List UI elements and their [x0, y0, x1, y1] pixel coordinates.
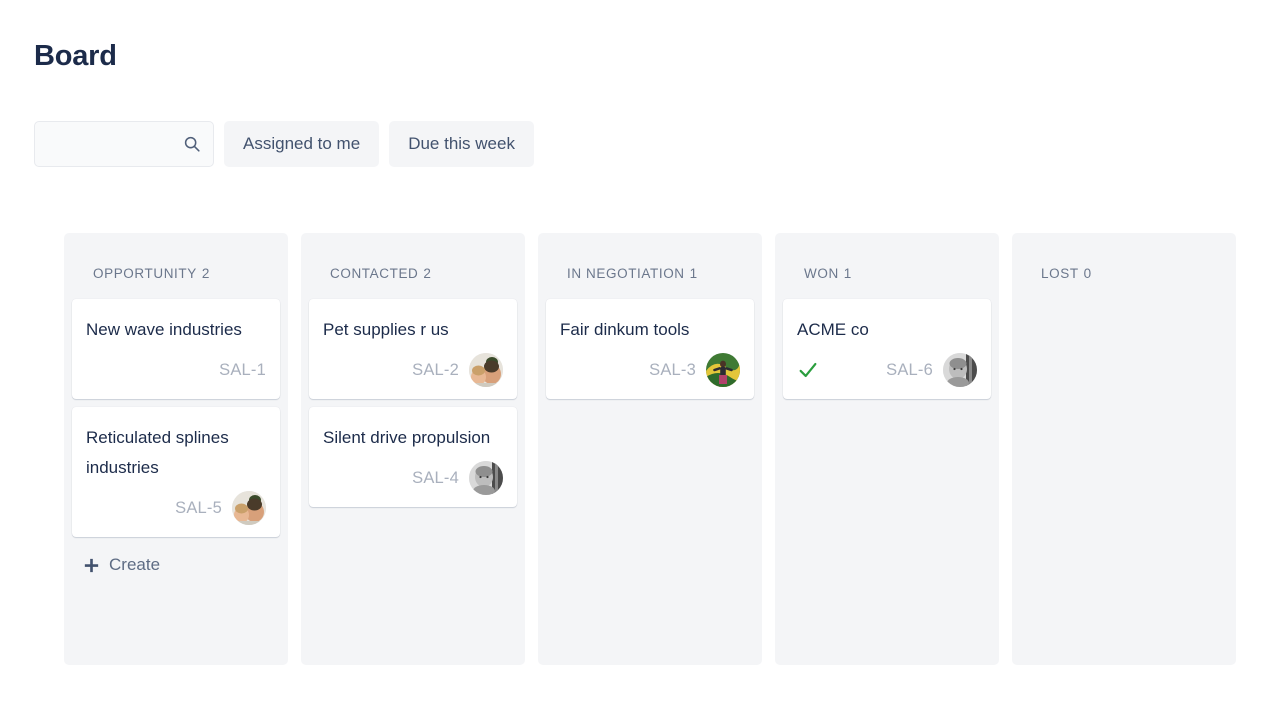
card-title: Fair dinkum tools: [560, 315, 740, 345]
column-header: WON 1: [783, 233, 991, 299]
card-footer: SAL-2: [323, 353, 503, 387]
board-column-contacted[interactable]: CONTACTED 2 Pet supplies r us SAL-2 Silen…: [301, 233, 525, 665]
search-box[interactable]: [34, 121, 214, 167]
column-count: 1: [844, 266, 852, 281]
board-card[interactable]: Silent drive propulsion SAL-4: [309, 407, 517, 507]
board-card[interactable]: Pet supplies r us SAL-2: [309, 299, 517, 399]
board-card[interactable]: ACME co SAL-6: [783, 299, 991, 399]
search-input[interactable]: [35, 122, 213, 166]
page-title: Board: [34, 36, 117, 76]
board-card[interactable]: Fair dinkum tools SAL-3: [546, 299, 754, 399]
card-key: SAL-2: [412, 361, 459, 380]
card-key: SAL-1: [219, 361, 266, 380]
column-cards: Pet supplies r us SAL-2 Silent drive pro…: [309, 299, 517, 507]
card-title: Reticulated splines industries: [86, 423, 266, 483]
column-name: CONTACTED: [330, 266, 418, 281]
column-header: OPPORTUNITY 2: [72, 233, 280, 299]
board-column-won[interactable]: WON 1 ACME co SAL-6: [775, 233, 999, 665]
card-key: SAL-6: [886, 361, 933, 380]
check-icon: [797, 359, 819, 381]
avatar-parent-child[interactable]: [232, 491, 266, 525]
card-footer: SAL-3: [560, 353, 740, 387]
column-header: IN NEGOTIATION 1: [546, 233, 754, 299]
column-header: LOST 0: [1020, 233, 1228, 299]
kanban-board: OPPORTUNITY 2 New wave industries SAL-1 R…: [64, 233, 1236, 665]
create-label: Create: [109, 555, 160, 575]
column-name: IN NEGOTIATION: [567, 266, 685, 281]
column-cards: New wave industries SAL-1 Reticulated sp…: [72, 299, 280, 537]
card-footer: SAL-5: [86, 491, 266, 525]
card-key: SAL-5: [175, 499, 222, 518]
card-title: ACME co: [797, 315, 977, 345]
board-toolbar: Assigned to me Due this week: [34, 121, 534, 167]
board-column-opportunity[interactable]: OPPORTUNITY 2 New wave industries SAL-1 R…: [64, 233, 288, 665]
card-footer: SAL-6: [797, 353, 977, 387]
board-column-in-negotiation[interactable]: IN NEGOTIATION 1 Fair dinkum tools SAL-3: [538, 233, 762, 665]
avatar-grayscale-portrait[interactable]: [469, 461, 503, 495]
column-header: CONTACTED 2: [309, 233, 517, 299]
column-name: LOST: [1041, 266, 1079, 281]
create-button[interactable]: Create: [72, 537, 280, 589]
column-count: 2: [423, 266, 431, 281]
card-title: Silent drive propulsion: [323, 423, 503, 453]
column-cards: Fair dinkum tools SAL-3: [546, 299, 754, 399]
board-card[interactable]: Reticulated splines industries SAL-5: [72, 407, 280, 537]
card-footer: SAL-4: [323, 461, 503, 495]
card-title: New wave industries: [86, 315, 266, 345]
column-count: 1: [690, 266, 698, 281]
column-count: 0: [1084, 266, 1092, 281]
card-key: SAL-4: [412, 469, 459, 488]
column-name: WON: [804, 266, 839, 281]
avatar-parent-child[interactable]: [469, 353, 503, 387]
column-count: 2: [202, 266, 210, 281]
filter-due-this-week[interactable]: Due this week: [389, 121, 534, 167]
card-footer: SAL-1: [86, 353, 266, 387]
card-key: SAL-3: [649, 361, 696, 380]
board-page: Board Assigned to me Due this week OPPOR…: [0, 0, 1280, 720]
board-card[interactable]: New wave industries SAL-1: [72, 299, 280, 399]
column-name: OPPORTUNITY: [93, 266, 197, 281]
card-title: Pet supplies r us: [323, 315, 503, 345]
board-column-lost[interactable]: LOST 0: [1012, 233, 1236, 665]
avatar-colorful-outdoor[interactable]: [706, 353, 740, 387]
avatar-grayscale-portrait[interactable]: [943, 353, 977, 387]
plus-icon: [84, 558, 99, 573]
filter-assigned-to-me[interactable]: Assigned to me: [224, 121, 379, 167]
column-cards: ACME co SAL-6: [783, 299, 991, 399]
